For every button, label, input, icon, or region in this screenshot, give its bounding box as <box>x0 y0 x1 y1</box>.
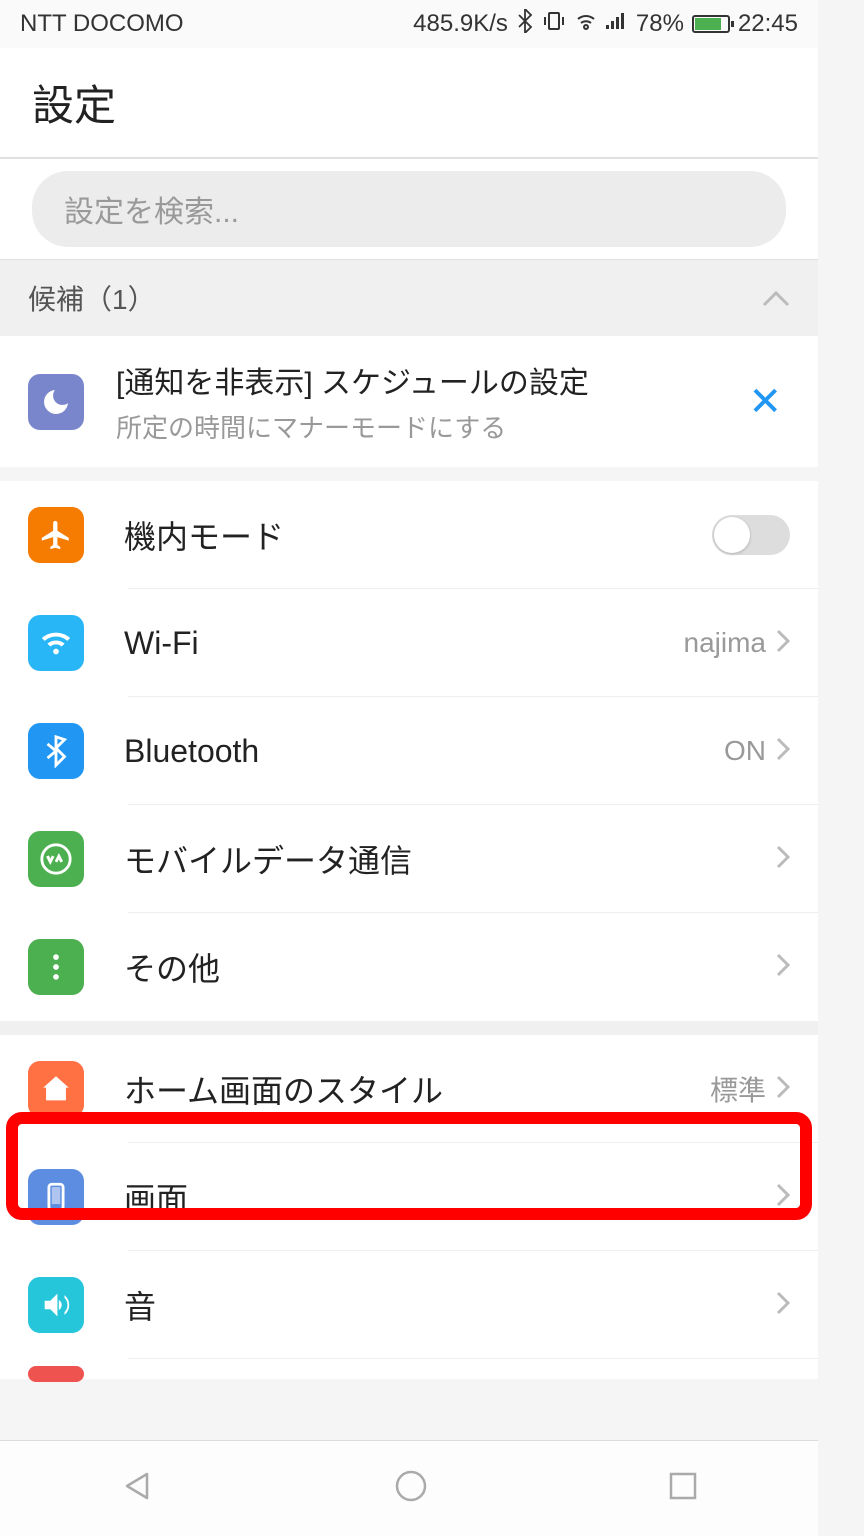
chevron-right-icon <box>776 1075 790 1104</box>
wifi-row-icon <box>28 615 84 671</box>
bluetooth-label: Bluetooth <box>124 733 724 770</box>
display-label: 画面 <box>124 1174 776 1220</box>
vibrate-icon <box>542 9 566 40</box>
bluetooth-row-icon <box>28 723 84 779</box>
suggestion-subtitle: 所定の時間にマナーモードにする <box>116 408 740 445</box>
other-label: その他 <box>124 944 776 990</box>
settings-group-device: ホーム画面のスタイル 標準 画面 音 <box>0 1035 818 1379</box>
mobile-data-icon <box>28 831 84 887</box>
chevron-right-icon <box>776 953 790 982</box>
back-button[interactable] <box>117 1466 157 1511</box>
row-sound[interactable]: 音 <box>0 1251 818 1359</box>
display-icon <box>28 1169 84 1225</box>
home-style-value: 標準 <box>710 1069 766 1109</box>
airplane-label: 機内モード <box>124 512 712 558</box>
row-wifi[interactable]: Wi-Fi najima <box>0 589 818 697</box>
sound-label: 音 <box>124 1282 776 1328</box>
airplane-icon <box>28 507 84 563</box>
chevron-up-icon <box>762 282 790 314</box>
recent-button[interactable] <box>665 1468 701 1509</box>
chevron-right-icon <box>776 1183 790 1212</box>
wifi-value: najima <box>684 627 766 659</box>
row-partial[interactable] <box>0 1359 818 1379</box>
suggestion-title: [通知を非表示] スケジュールの設定 <box>116 358 740 402</box>
more-icon <box>28 939 84 995</box>
home-style-label: ホーム画面のスタイル <box>124 1066 710 1112</box>
home-icon <box>28 1061 84 1117</box>
battery-pct: 78% <box>636 10 684 38</box>
nav-bar <box>0 1440 818 1536</box>
row-other[interactable]: その他 <box>0 913 818 1021</box>
search-container: 設定を検索... <box>0 159 818 260</box>
chevron-right-icon <box>776 737 790 766</box>
sound-icon <box>28 1277 84 1333</box>
suggestion-item[interactable]: [通知を非表示] スケジュールの設定 所定の時間にマナーモードにする ✕ <box>0 336 818 467</box>
chevron-right-icon <box>776 629 790 658</box>
clock: 22:45 <box>738 10 798 38</box>
bluetooth-value: ON <box>724 735 766 767</box>
status-bar: NTT DOCOMO 485.9K/s 78% 22:45 <box>0 0 818 48</box>
signal-icon <box>606 10 628 38</box>
row-display[interactable]: 画面 <box>0 1143 818 1251</box>
suggestion-text: [通知を非表示] スケジュールの設定 所定の時間にマナーモードにする <box>116 358 740 445</box>
search-input[interactable]: 設定を検索... <box>32 171 786 247</box>
page-title: 設定 <box>32 72 786 133</box>
page-header: 設定 <box>0 48 818 159</box>
chevron-right-icon <box>776 1291 790 1320</box>
airplane-toggle[interactable] <box>712 515 790 555</box>
chevron-right-icon <box>776 845 790 874</box>
bluetooth-icon <box>516 9 534 40</box>
suggestions-header[interactable]: 候補（1） <box>0 260 818 336</box>
carrier-label: NTT DOCOMO <box>20 10 184 38</box>
row-bluetooth[interactable]: Bluetooth ON <box>0 697 818 805</box>
network-speed: 485.9K/s <box>413 10 508 38</box>
close-icon[interactable]: ✕ <box>740 379 790 425</box>
settings-group-network: 機内モード Wi-Fi najima Bluetooth ON モバイルデータ通… <box>0 481 818 1021</box>
wifi-label: Wi-Fi <box>124 625 684 662</box>
row-home-style[interactable]: ホーム画面のスタイル 標準 <box>0 1035 818 1143</box>
row-airplane[interactable]: 機内モード <box>0 481 818 589</box>
battery-icon <box>692 15 730 33</box>
wifi-icon <box>574 10 598 38</box>
partial-icon <box>28 1366 84 1382</box>
row-mobile-data[interactable]: モバイルデータ通信 <box>0 805 818 913</box>
mobile-data-label: モバイルデータ通信 <box>124 836 776 882</box>
home-button[interactable] <box>391 1466 431 1511</box>
status-right: 485.9K/s 78% 22:45 <box>413 9 798 40</box>
section-gap <box>0 1021 818 1035</box>
moon-icon <box>28 374 84 430</box>
suggestions-header-label: 候補（1） <box>28 278 156 318</box>
